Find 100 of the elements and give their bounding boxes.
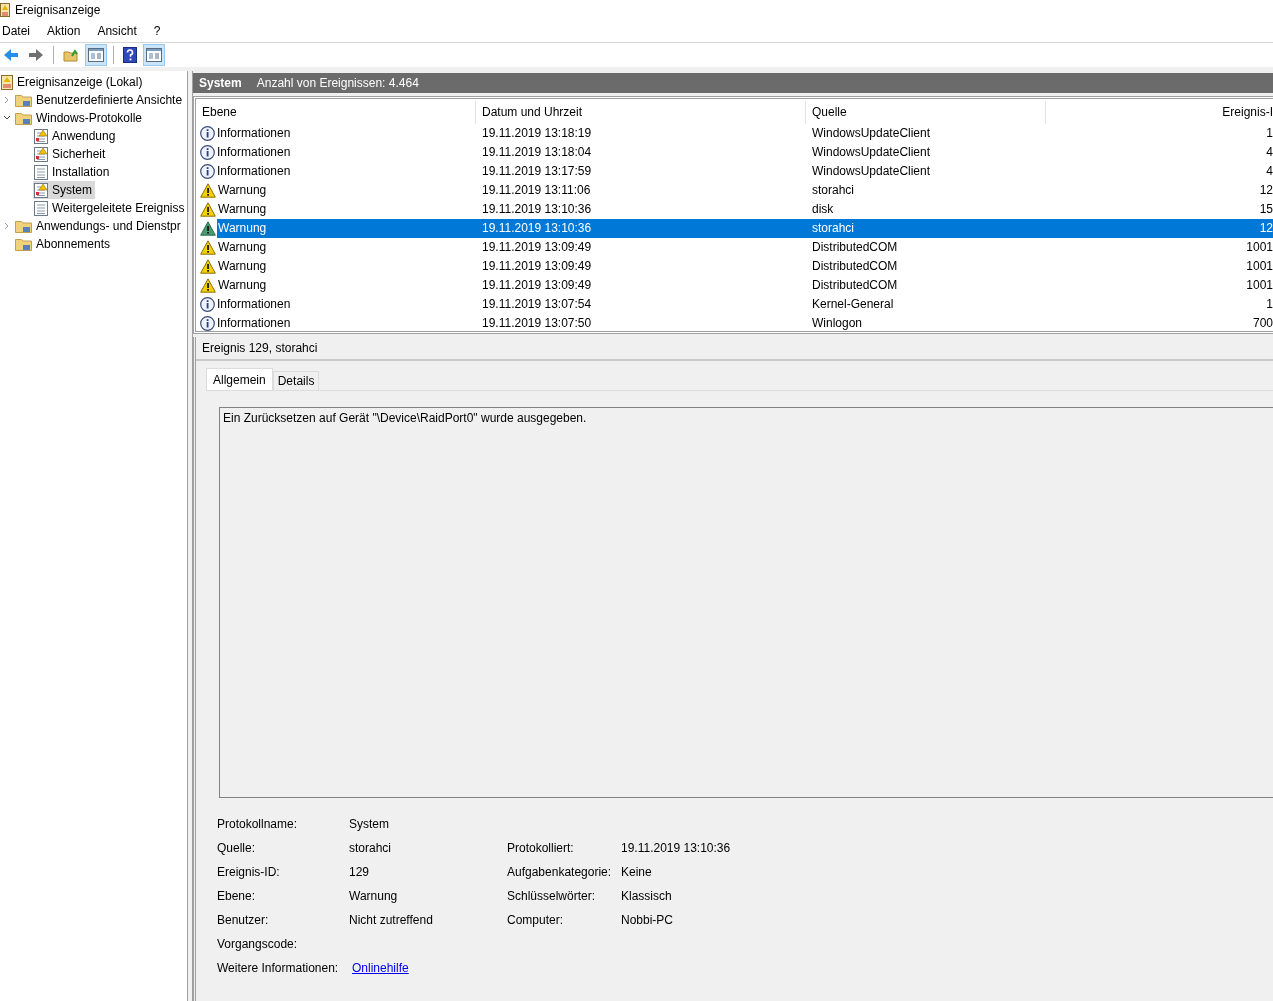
table-cell: Warnung (217, 219, 476, 238)
table-cell-text: WindowsUpdateClient (811, 125, 932, 142)
event-row[interactable]: Informationen 19.11.2019 13:18:19 WindowsUpdateClient 1 (196, 124, 1273, 143)
field-label: Protokollname: (217, 817, 299, 831)
column-header[interactable]: Ereignis-I (1046, 101, 1273, 124)
pane-toggle-button[interactable] (85, 44, 107, 66)
table-cell-text: 1 (1265, 125, 1273, 142)
event-row[interactable]: Warnung 19.11.2019 13:09:49 DistributedCOM 1001 (196, 257, 1273, 276)
log-name: System (199, 76, 242, 90)
tree-item[interactable]: Installation (33, 163, 113, 181)
table-cell-text: WindowsUpdateClient (811, 144, 932, 161)
table-cell-text: Informationen (216, 144, 292, 161)
folder-icon (15, 111, 32, 125)
table-cell-text: Informationen (216, 315, 292, 331)
warning-icon (200, 202, 216, 217)
table-cell-text: 19.11.2019 13:09:49 (481, 258, 593, 275)
field-label: Protokolliert: (507, 841, 575, 855)
menu-item[interactable]: Aktion (45, 24, 89, 38)
table-cell: 19.11.2019 13:10:36 (476, 219, 806, 238)
info-icon (200, 164, 215, 179)
column-header[interactable]: Ebene (196, 101, 476, 124)
table-cell-text: Informationen (216, 296, 292, 313)
help-link[interactable]: Onlinehilfe (352, 961, 409, 975)
pane-icon (88, 48, 104, 62)
field-label: Ebene: (217, 889, 257, 903)
field-value: Klassisch (621, 889, 673, 903)
field-label: Benutzer: (217, 913, 270, 927)
table-cell-text: 19.11.2019 13:18:19 (481, 125, 593, 142)
event-row[interactable]: Informationen 19.11.2019 13:07:54 Kernel-General 1 (196, 295, 1273, 314)
menu-item[interactable]: Datei (0, 24, 38, 38)
folder-icon (15, 237, 32, 251)
tree-item[interactable]: Ereignisanzeige (Lokal) (0, 73, 146, 91)
chevron-right-icon[interactable] (3, 96, 11, 104)
table-cell-text: Warnung (217, 201, 268, 218)
event-row[interactable]: Warnung 19.11.2019 13:09:49 DistributedCOM 1001 (196, 276, 1273, 295)
tree-item[interactable]: Anwendung (33, 127, 119, 145)
tree-item[interactable]: Windows-Protokolle (14, 109, 146, 127)
table-cell-text: 19.11.2019 13:11:06 (481, 182, 592, 199)
folder-up-icon (63, 48, 79, 62)
field-value: Nobbi-PC (621, 913, 675, 927)
table-cell-text: 4 (1265, 144, 1273, 161)
event-row[interactable]: Informationen 19.11.2019 13:18:04 WindowsUpdateClient 4 (196, 143, 1273, 162)
menu-item[interactable]: ? (151, 24, 169, 38)
tab[interactable]: Details (272, 371, 320, 390)
folder-icon (15, 219, 32, 233)
field-label: Computer: (507, 913, 565, 927)
table-cell-text: Warnung (217, 258, 268, 275)
table-cell-text: 15 (1258, 201, 1273, 218)
pane-toggle-button[interactable] (143, 44, 165, 66)
table-cell-text: 1001 (1245, 277, 1273, 294)
table-cell-text: 19.11.2019 13:07:54 (481, 296, 593, 313)
chevron-down-icon[interactable] (3, 114, 11, 122)
field-label: Schlüsselwörter: (507, 889, 597, 903)
field-value: System (349, 817, 390, 831)
warning-icon (200, 259, 216, 274)
tree-item[interactable]: Anwendungs- und Dienstpr (14, 217, 184, 235)
table-cell-text: 19.11.2019 13:10:36 (481, 201, 593, 218)
tab[interactable]: Allgemein (206, 368, 273, 390)
chevron-right-icon[interactable] (3, 222, 11, 230)
table-cell-text: 19.11.2019 13:18:04 (481, 144, 593, 161)
pane-icon (146, 48, 162, 62)
tree-item[interactable]: Benutzerdefinierte Ansichte (14, 91, 186, 109)
info-icon (200, 145, 215, 160)
table-cell-text: 19.11.2019 13:17:59 (481, 163, 593, 180)
field-value: 129 (349, 865, 371, 879)
event-row[interactable]: Warnung 19.11.2019 13:11:06 storahci 12 (196, 181, 1273, 200)
table-cell-text: Kernel-General (811, 296, 895, 313)
event-row[interactable]: Warnung 19.11.2019 13:09:49 DistributedCOM 1001 (196, 238, 1273, 257)
table-cell-text: DistributedCOM (811, 239, 899, 256)
tree-item[interactable]: Abonnements (14, 235, 114, 253)
column-header[interactable]: Datum und Uhrzeit (476, 101, 806, 124)
warning-icon (200, 240, 216, 255)
tree-item[interactable]: Weitergeleitete Ereigniss (33, 199, 187, 217)
table-cell-text: 19.11.2019 13:09:49 (481, 239, 593, 256)
table-cell-text: Warnung (217, 182, 268, 199)
field-label: Weitere Informationen: (217, 961, 340, 975)
info-icon (200, 126, 215, 141)
window-title: Ereignisanzeige (15, 3, 101, 17)
field-value: Keine (621, 865, 653, 879)
field-label: Aufgabenkategorie: (507, 865, 613, 879)
event-row[interactable]: Informationen 19.11.2019 13:07:50 Winlogon 700 (196, 314, 1273, 331)
tree-item[interactable]: System (33, 181, 95, 199)
table-cell-text: 700 (1251, 315, 1273, 331)
field-label: Quelle: (217, 841, 257, 855)
event-row[interactable]: Informationen 19.11.2019 13:17:59 WindowsUpdateClient 4 (196, 162, 1273, 181)
log-warning-icon (34, 182, 48, 198)
event-row[interactable]: Warnung 19.11.2019 13:10:36 disk 15 (196, 200, 1273, 219)
tree-item[interactable]: Sicherheit (33, 145, 109, 163)
column-header[interactable]: Quelle (806, 101, 1046, 124)
event-viewer-icon (1, 74, 13, 90)
info-icon (200, 297, 215, 312)
table-cell-text: storahci (811, 182, 856, 199)
table-cell-text: 1001 (1245, 258, 1273, 275)
event-row[interactable]: Warnung 19.11.2019 13:10:36 storahci 12 (196, 219, 1273, 238)
table-cell-text: 1001 (1245, 239, 1273, 256)
event-message: Ein Zurücksetzen auf Gerät "\Device\RaidPort0" wurde ausgegeben. (223, 411, 587, 425)
table-cell: 12 (1046, 219, 1273, 238)
help-button[interactable] (120, 44, 140, 66)
menu-item[interactable]: Ansicht (95, 24, 145, 38)
event-count: Anzahl von Ereignissen: 4.464 (256, 76, 419, 90)
